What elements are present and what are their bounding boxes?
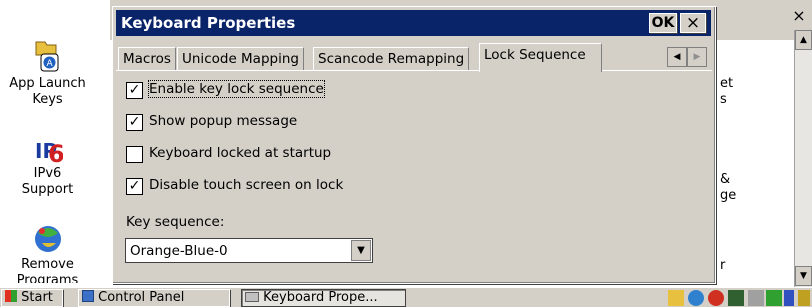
input-method-icon[interactable] (668, 290, 684, 306)
option-label: Disable touch screen on lock (149, 177, 344, 193)
checkbox-enable-key-lock[interactable]: ✓ (126, 82, 143, 99)
windows-flag-icon (5, 290, 17, 302)
dialog-title: Keyboard Properties (121, 14, 296, 32)
key-sequence-value: Orange-Blue-0 (130, 243, 228, 259)
scroll-down-icon[interactable]: ▼ (795, 266, 812, 286)
start-button[interactable]: Start (1, 289, 63, 307)
keyboard-icon (245, 292, 259, 302)
dialog-title-bar[interactable]: Keyboard Properties OK × (116, 10, 711, 36)
remove-programs-icon (34, 226, 61, 252)
ipv6-icon: IP 6 (35, 139, 63, 166)
option-label: Enable key lock sequence (148, 80, 325, 98)
desktop-icon-app-launch-keys[interactable]: A App Launch Keys (0, 40, 95, 108)
desktop-icon-ipv6[interactable]: IP 6 IPv6 Support (0, 134, 95, 198)
taskbar-item-keyboard-properties[interactable]: Keyboard Prope... (241, 289, 406, 307)
taskbar: Start Control Panel Keyboard Prope... (0, 287, 812, 307)
tab-macros[interactable]: Macros (118, 47, 176, 71)
scanner-icon[interactable] (798, 290, 810, 306)
tab-lock-sequence[interactable]: Lock Sequence (479, 43, 602, 72)
desktop-icon-label: App Launch (9, 76, 86, 91)
key-sequence-dropdown[interactable]: Orange-Blue-0 ▼ (125, 238, 373, 263)
info-icon[interactable] (784, 290, 794, 306)
desktop-icon-remove-programs[interactable]: Remove Programs (0, 221, 95, 283)
tab-strip: Macros Unicode Mapping Scancode Remappin… (116, 43, 712, 72)
tab-scroll-left-icon[interactable]: ◀ (667, 47, 687, 67)
partial-label: s (720, 92, 727, 107)
battery-icon[interactable] (728, 290, 744, 306)
taskbar-item-label: Keyboard Prope... (263, 290, 378, 305)
signal-icon[interactable] (748, 290, 764, 306)
partial-label: & (720, 172, 731, 187)
tab-unicode-mapping[interactable]: Unicode Mapping (177, 47, 304, 71)
svg-text:6: 6 (48, 140, 63, 166)
tab-scroll-control: ◀ ▶ (667, 47, 707, 67)
close-button[interactable]: × (680, 13, 706, 33)
keyboard-properties-dialog: Keyboard Properties OK × Macros Unicode … (112, 6, 716, 284)
checkbox-show-popup[interactable]: ✓ (126, 114, 143, 131)
svg-text:A: A (46, 59, 53, 69)
option-label: Keyboard locked at startup (149, 145, 332, 161)
vertical-scrollbar[interactable]: ▲ ▼ (794, 30, 812, 287)
option-label: Show popup message (149, 113, 298, 129)
partial-label: ge (720, 188, 737, 203)
partial-label: r (720, 258, 726, 273)
taskbar-item-label: Control Panel (98, 290, 185, 305)
lock-sequence-panel: ✓ Enable key lock sequence ✓ Show popup … (116, 70, 712, 278)
desktop-icon-label: Support (21, 182, 74, 197)
checkbox-keyboard-locked-startup[interactable] (126, 146, 143, 163)
key-sequence-label: Key sequence: (126, 214, 225, 230)
control-panel-icon (82, 290, 94, 302)
volume-icon[interactable] (766, 290, 782, 306)
network-icon[interactable] (688, 290, 704, 306)
chevron-down-icon[interactable]: ▼ (351, 240, 371, 261)
checkbox-disable-touch-screen[interactable]: ✓ (126, 178, 143, 195)
no-connection-icon[interactable] (708, 290, 724, 306)
control-panel-close-button[interactable]: × (790, 6, 808, 26)
desktop-icon-label: Remove (21, 257, 74, 272)
partial-label: et (720, 76, 734, 91)
tab-scroll-right-icon[interactable]: ▶ (687, 47, 707, 67)
desktop-icon-label: Keys (32, 92, 63, 107)
app-launch-keys-icon: A (35, 41, 58, 72)
taskbar-item-control-panel[interactable]: Control Panel (78, 289, 230, 307)
desktop-icon-label: Programs (16, 273, 79, 283)
scroll-up-icon[interactable]: ▲ (795, 30, 812, 50)
desktop-icon-label: IPv6 (33, 166, 62, 181)
tab-scancode-remapping[interactable]: Scancode Remapping (313, 47, 470, 71)
ok-button[interactable]: OK (649, 13, 677, 33)
start-label: Start (21, 290, 53, 305)
